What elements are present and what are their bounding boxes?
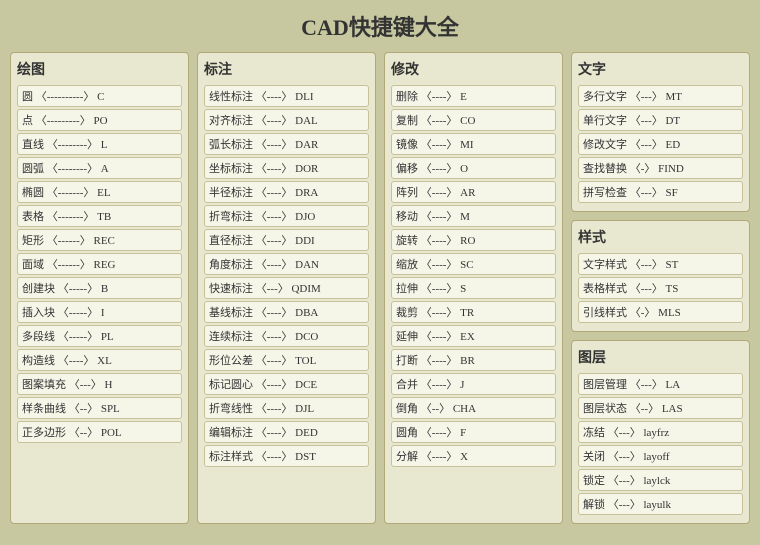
modify-title: 修改 bbox=[391, 59, 556, 81]
modify-items: 删除 〈----〉 E复制 〈----〉 CO镜像 〈----〉 MI偏移 〈-… bbox=[391, 85, 556, 467]
list-item: 正多边形 〈--〉 POL bbox=[17, 421, 182, 443]
list-item: 表格 〈-------〉 TB bbox=[17, 205, 182, 227]
list-item: 锁定 〈---〉 laylck bbox=[578, 469, 743, 491]
list-item: 圆弧 〈--------〉 A bbox=[17, 157, 182, 179]
list-item: 移动 〈----〉 M bbox=[391, 205, 556, 227]
list-item: 缩放 〈----〉 SC bbox=[391, 253, 556, 275]
list-item: 快速标注 〈---〉 QDIM bbox=[204, 277, 369, 299]
list-item: 折弯标注 〈----〉 DJO bbox=[204, 205, 369, 227]
list-item: 编辑标注 〈----〉 DED bbox=[204, 421, 369, 443]
section-modify: 修改 删除 〈----〉 E复制 〈----〉 CO镜像 〈----〉 MI偏移… bbox=[384, 52, 563, 524]
list-item: 单行文字 〈---〉 DT bbox=[578, 109, 743, 131]
list-item: 折弯线性 〈----〉 DJL bbox=[204, 397, 369, 419]
list-item: 构造线 〈----〉 XL bbox=[17, 349, 182, 371]
list-item: 连续标注 〈----〉 DCO bbox=[204, 325, 369, 347]
list-item: 椭圆 〈-------〉 EL bbox=[17, 181, 182, 203]
list-item: 裁剪 〈----〉 TR bbox=[391, 301, 556, 323]
page-title: CAD快捷键大全 bbox=[10, 10, 750, 42]
main-grid: 绘图 圆 〈----------〉 C点 〈---------〉 PO直线 〈-… bbox=[10, 52, 750, 524]
section-style: 样式 文字样式 〈---〉 ST表格样式 〈---〉 TS引线样式 〈-〉 ML… bbox=[571, 220, 750, 332]
section-text: 文字 多行文字 〈---〉 MT单行文字 〈---〉 DT修改文字 〈---〉 … bbox=[571, 52, 750, 212]
list-item: 关闭 〈---〉 layoff bbox=[578, 445, 743, 467]
list-item: 样条曲线 〈--〉 SPL bbox=[17, 397, 182, 419]
list-item: 对齐标注 〈----〉 DAL bbox=[204, 109, 369, 131]
list-item: 矩形 〈------〉 REC bbox=[17, 229, 182, 251]
list-item: 创建块 〈-----〉 B bbox=[17, 277, 182, 299]
list-item: 面域 〈------〉 REG bbox=[17, 253, 182, 275]
list-item: 多段线 〈-----〉 PL bbox=[17, 325, 182, 347]
list-item: 倒角 〈--〉 CHA bbox=[391, 397, 556, 419]
list-item: 坐标标注 〈----〉 DOR bbox=[204, 157, 369, 179]
list-item: 标记圆心 〈----〉 DCE bbox=[204, 373, 369, 395]
list-item: 圆 〈----------〉 C bbox=[17, 85, 182, 107]
section-drawing: 绘图 圆 〈----------〉 C点 〈---------〉 PO直线 〈-… bbox=[10, 52, 189, 524]
list-item: 直径标注 〈----〉 DDI bbox=[204, 229, 369, 251]
layer-title: 图层 bbox=[578, 347, 743, 369]
list-item: 修改文字 〈---〉 ED bbox=[578, 133, 743, 155]
dim-items: 线性标注 〈----〉 DLI对齐标注 〈----〉 DAL弧长标注 〈----… bbox=[204, 85, 369, 467]
list-item: 弧长标注 〈----〉 DAR bbox=[204, 133, 369, 155]
list-item: 查找替换 〈-〉 FIND bbox=[578, 157, 743, 179]
list-item: 表格样式 〈---〉 TS bbox=[578, 277, 743, 299]
list-item: 基线标注 〈----〉 DBA bbox=[204, 301, 369, 323]
list-item: 解锁 〈---〉 layulk bbox=[578, 493, 743, 515]
section-layer: 图层 图层管理 〈---〉 LA图层状态 〈--〉 LAS冻结 〈---〉 la… bbox=[571, 340, 750, 524]
list-item: 直线 〈--------〉 L bbox=[17, 133, 182, 155]
list-item: 删除 〈----〉 E bbox=[391, 85, 556, 107]
list-item: 引线样式 〈-〉 MLS bbox=[578, 301, 743, 323]
list-item: 标注样式 〈----〉 DST bbox=[204, 445, 369, 467]
text-title: 文字 bbox=[578, 59, 743, 81]
drawing-title: 绘图 bbox=[17, 59, 182, 81]
list-item: 文字样式 〈---〉 ST bbox=[578, 253, 743, 275]
style-title: 样式 bbox=[578, 227, 743, 249]
dim-title: 标注 bbox=[204, 59, 369, 81]
text-items: 多行文字 〈---〉 MT单行文字 〈---〉 DT修改文字 〈---〉 ED查… bbox=[578, 85, 743, 203]
list-item: 偏移 〈----〉 O bbox=[391, 157, 556, 179]
list-item: 旋转 〈----〉 RO bbox=[391, 229, 556, 251]
list-item: 半径标注 〈----〉 DRA bbox=[204, 181, 369, 203]
style-items: 文字样式 〈---〉 ST表格样式 〈---〉 TS引线样式 〈-〉 MLS bbox=[578, 253, 743, 323]
list-item: 圆角 〈----〉 F bbox=[391, 421, 556, 443]
list-item: 阵列 〈----〉 AR bbox=[391, 181, 556, 203]
list-item: 拼写检查 〈---〉 SF bbox=[578, 181, 743, 203]
list-item: 图层管理 〈---〉 LA bbox=[578, 373, 743, 395]
list-item: 镜像 〈----〉 MI bbox=[391, 133, 556, 155]
list-item: 打断 〈----〉 BR bbox=[391, 349, 556, 371]
right-column: 文字 多行文字 〈---〉 MT单行文字 〈---〉 DT修改文字 〈---〉 … bbox=[571, 52, 750, 524]
list-item: 图案填充 〈---〉 H bbox=[17, 373, 182, 395]
list-item: 线性标注 〈----〉 DLI bbox=[204, 85, 369, 107]
list-item: 合并 〈----〉 J bbox=[391, 373, 556, 395]
list-item: 延伸 〈----〉 EX bbox=[391, 325, 556, 347]
list-item: 复制 〈----〉 CO bbox=[391, 109, 556, 131]
list-item: 图层状态 〈--〉 LAS bbox=[578, 397, 743, 419]
list-item: 拉伸 〈----〉 S bbox=[391, 277, 556, 299]
drawing-items: 圆 〈----------〉 C点 〈---------〉 PO直线 〈----… bbox=[17, 85, 182, 443]
list-item: 形位公差 〈----〉 TOL bbox=[204, 349, 369, 371]
layer-items: 图层管理 〈---〉 LA图层状态 〈--〉 LAS冻结 〈---〉 layfr… bbox=[578, 373, 743, 515]
list-item: 分解 〈----〉 X bbox=[391, 445, 556, 467]
list-item: 角度标注 〈----〉 DAN bbox=[204, 253, 369, 275]
list-item: 点 〈---------〉 PO bbox=[17, 109, 182, 131]
list-item: 插入块 〈-----〉 I bbox=[17, 301, 182, 323]
section-dim: 标注 线性标注 〈----〉 DLI对齐标注 〈----〉 DAL弧长标注 〈-… bbox=[197, 52, 376, 524]
list-item: 多行文字 〈---〉 MT bbox=[578, 85, 743, 107]
list-item: 冻结 〈---〉 layfrz bbox=[578, 421, 743, 443]
